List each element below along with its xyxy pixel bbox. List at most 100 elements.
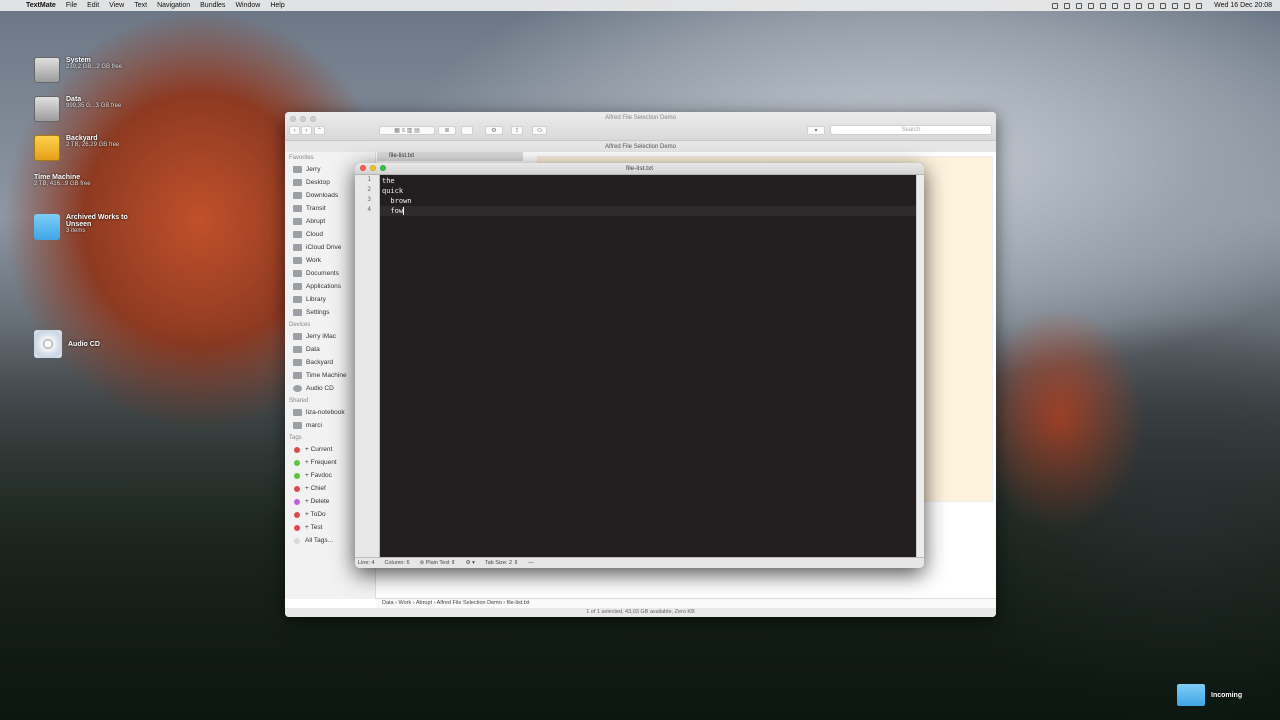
editor-line-current[interactable]: fow [380,206,917,216]
status-cloud-icon[interactable] [1100,2,1107,9]
desktop-icon-label: Time Machine [34,174,81,181]
text-editor[interactable]: the quick brown fow [380,175,917,558]
finder-titlebar[interactable]: Alfred File Selection Demo ‹ › ⌃ ▦ ≡ ▥ ▤… [285,112,996,141]
computer-icon [293,333,302,340]
folder-icon [293,309,302,316]
tags-button[interactable]: ⬭ [532,126,547,135]
dropbox-button[interactable]: ▾ [807,126,825,135]
text-caret [403,207,405,215]
menubar-clock[interactable]: Wed 16 Dec 20:08 [1214,2,1272,9]
textmate-status-bar: Line: 4 Column: 6 ⊚ Plain Text ⇕ ⚙ ▾ Tab… [355,557,924,568]
menu-view[interactable]: View [109,2,124,9]
desktop-icon-data[interactable]: Data 999,35 G...3 GB free [34,96,121,122]
menu-bar: TextMate File Edit View Text Navigation … [0,0,1280,11]
menu-bundles[interactable]: Bundles [200,2,225,9]
editor-line[interactable]: quick [380,186,917,196]
share-button[interactable]: ⇪ [511,126,523,135]
editor-line[interactable]: the [380,176,917,186]
textmate-title: file-list.txt [625,165,654,172]
status-display-icon[interactable] [1064,2,1071,9]
path-segment-work[interactable]: Work [399,600,412,606]
sidebar-item-label: + Delete [305,498,330,505]
path-segment-abrupt[interactable]: Abrupt [416,600,432,606]
status-calendar-icon[interactable] [1088,2,1095,9]
enclosing-folder-button[interactable]: ⌃ [314,126,325,135]
line-number: 4 [367,206,371,213]
status-bluetooth-icon[interactable] [1160,2,1167,9]
line-number: 2 [367,186,371,193]
desktop-icon-info: 2 TB, 416...9 GB free [34,181,91,187]
forward-button[interactable]: › [301,126,312,135]
desktop-icon-info: 999,35 G...3 GB free [66,103,122,109]
finder-status-bar: 1 of 1 selected, 43,03 GB available, Zer… [285,608,996,617]
sidebar-item-label: Desktop [306,179,330,186]
line-indicator: Line: 4 [358,560,375,566]
sidebar-item-label: Library [306,296,326,303]
sidebar-item-label: Applications [306,283,342,290]
menu-text[interactable]: Text [134,2,147,9]
desktop-icon-label: Audio CD [68,340,100,348]
back-button[interactable]: ‹ [289,126,300,135]
menu-navigation[interactable]: Navigation [157,2,190,9]
textmate-titlebar[interactable]: file-list.txt [355,163,924,175]
desktop-icon-archived-works[interactable]: Archived Works to Unseen 3 items [34,214,136,240]
desktop-icon-system[interactable]: System 239,2 GB...2 GB free [34,57,122,83]
status-sync-icon[interactable] [1136,2,1143,9]
sidebar-item-label: Transit [306,205,326,212]
status-dropbox-icon[interactable] [1112,2,1119,9]
tag-dot-icon [294,446,300,453]
file-row-selected[interactable]: file-list.txt [377,152,523,161]
desktop-icon-backyard[interactable]: Backyard 2 TB, 26,29 GB free [34,135,119,161]
applications-icon [293,283,302,290]
sidebar-item-label: Jerry iMac [306,333,336,340]
status-language-flag-icon[interactable] [1196,2,1203,9]
tab-size-label: Tab Size: [484,560,508,566]
search-field[interactable]: Search [830,125,992,135]
menu-file[interactable]: File [66,2,77,9]
path-segment-data[interactable]: Data [382,600,394,606]
path-segment-file[interactable]: file-list.txt [507,600,530,606]
editor-line[interactable]: brown [380,196,917,206]
textmate-window: file-list.txt 1 2 3 4 the quick brown fo… [355,163,924,568]
settings-gear-icon[interactable]: ⚙ ▾ [466,558,475,568]
status-clipboard-icon[interactable] [1124,2,1131,9]
menu-window[interactable]: Window [235,2,260,9]
status-tool-icon[interactable] [1076,2,1083,9]
sidebar-item-label: + Frequent [305,459,337,466]
tab-size-popup[interactable]: Tab Size: 2 ⇕ [485,558,518,568]
arrange-button[interactable]: ≣ [438,126,456,135]
sidebar-item-label: Work [306,257,322,264]
line-number: 3 [367,196,371,203]
sidebar-item-label: + Favdoc [305,472,332,479]
icloud-icon [293,244,302,251]
sidebar-item-label: + Test [305,524,323,531]
menu-app-textmate[interactable]: TextMate [26,2,56,9]
external-disk-icon [34,135,60,161]
desktop-icon-incoming[interactable]: Incoming [1177,684,1242,706]
status-volume-icon[interactable] [1184,2,1191,9]
symbol-popup[interactable]: — [528,558,534,568]
sidebar-item-label: All Tags... [305,537,334,544]
tag-dot-icon [294,485,300,492]
menu-help[interactable]: Help [270,2,284,9]
sidebar-item-label: + ToDo [305,511,326,518]
status-wifi-icon[interactable] [1172,2,1179,9]
path-segment-demo-folder[interactable]: Alfred File Selection Demo [437,600,502,606]
vertical-scrollbar[interactable] [916,175,924,558]
sidebar-item-label: Documents [306,270,339,277]
desktop-icon-time-machine[interactable]: Time Machine 2 TB, 416...9 GB free [34,174,415,363]
grammar-popup[interactable]: ⊚ Plain Text ⇕ [420,558,456,568]
status-flag-icon[interactable] [1052,2,1059,9]
hard-disk-icon [293,372,302,379]
tag-dot-icon [294,472,300,479]
sidebar-item-label: Backyard [306,359,334,366]
tab-size-value: 2 [509,560,513,566]
status-time-machine-icon[interactable] [1148,2,1155,9]
view-mode-control[interactable]: ▦ ≡ ▥ ▤ [379,126,435,135]
action-gear-button[interactable]: ⚙ [485,126,503,135]
line-number: 1 [367,176,371,183]
desktop-icon-audio-cd[interactable]: Audio CD [34,330,100,358]
sidebar-item-label: Jerry [306,166,321,173]
menu-edit[interactable]: Edit [87,2,99,9]
quicklook-button[interactable] [461,126,473,135]
